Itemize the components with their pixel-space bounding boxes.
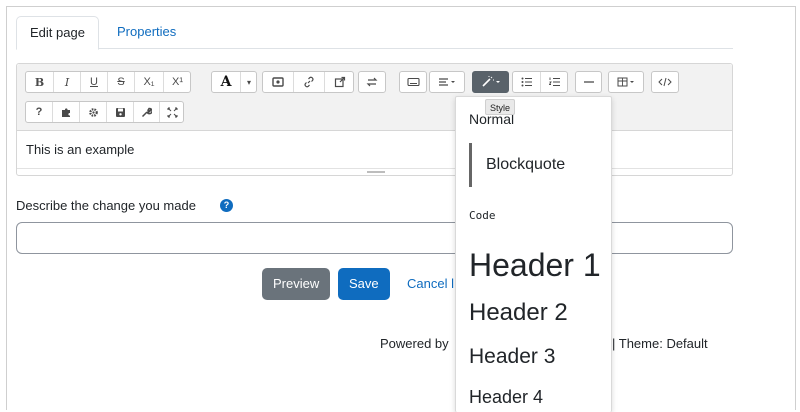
table-icon[interactable] [609, 72, 643, 92]
style-group [472, 71, 509, 93]
external-link-icon[interactable] [324, 72, 354, 92]
underline-button[interactable]: U [80, 72, 107, 92]
keyboard-group [399, 71, 427, 93]
number-list-icon[interactable] [540, 72, 568, 92]
style-option-header-3[interactable]: Header 3 [469, 345, 555, 369]
text-format-group: B I U S X₁ X¹ [25, 71, 191, 93]
list-group [512, 71, 568, 93]
insert-group [262, 71, 354, 93]
describe-change-input[interactable] [16, 222, 733, 254]
align-group [429, 71, 465, 93]
grip-lines [367, 171, 385, 173]
tab-bar: Edit page Properties [16, 16, 733, 50]
align-icon[interactable] [430, 72, 464, 92]
tab-properties[interactable]: Properties [104, 16, 189, 49]
font-color-button[interactable]: A [212, 72, 240, 92]
editor-toolbar: B I U S X₁ X¹ A ▾ ? [17, 64, 732, 131]
style-tooltip: Style [485, 99, 516, 115]
footer-theme: | Theme: Default [612, 336, 708, 351]
link-icon[interactable] [293, 72, 324, 92]
style-option-header-2[interactable]: Header 2 [469, 299, 568, 327]
wrench-icon[interactable] [133, 102, 159, 122]
puzzle-icon[interactable] [52, 102, 79, 122]
editor-content[interactable]: This is an example [17, 132, 732, 168]
table-group [608, 71, 644, 93]
style-option-code[interactable]: Code [469, 209, 496, 222]
bullet-list-icon[interactable] [513, 72, 540, 92]
preview-button[interactable]: Preview [262, 268, 331, 300]
style-dropdown-menu: Normal Blockquote Code Header 1 Header 2… [455, 96, 612, 412]
expand-icon[interactable] [159, 102, 184, 122]
question-circle-icon[interactable]: ? [220, 199, 233, 212]
font-color-dropdown[interactable]: ▾ [240, 72, 257, 92]
swap-icon[interactable] [359, 72, 385, 92]
subscript-button[interactable]: X₁ [134, 72, 163, 92]
style-option-blockquote[interactable]: Blockquote [469, 143, 565, 187]
footer-powered-by: Powered by [380, 336, 449, 351]
style-magic-icon[interactable] [473, 72, 508, 92]
superscript-button[interactable]: X¹ [163, 72, 191, 92]
save-icon[interactable] [106, 102, 133, 122]
tools-group: ? [25, 101, 184, 123]
image-icon[interactable] [263, 72, 293, 92]
cancel-button[interactable]: Cancel l [399, 268, 462, 300]
hr-group [575, 71, 602, 93]
resize-handle[interactable] [17, 168, 732, 175]
describe-change-label: Describe the change you made [16, 198, 196, 213]
swap-group [358, 71, 386, 93]
code-group [651, 71, 679, 93]
font-color-group: A ▾ [211, 71, 257, 93]
gear-icon[interactable] [79, 102, 106, 122]
rich-text-editor: B I U S X₁ X¹ A ▾ ? This is an example [16, 63, 733, 176]
help-button[interactable]: ? [26, 102, 52, 122]
hr-icon[interactable] [576, 72, 601, 92]
code-icon[interactable] [652, 72, 678, 92]
style-option-header-1[interactable]: Header 1 [469, 247, 601, 284]
strikethrough-button[interactable]: S [107, 72, 134, 92]
keyboard-icon[interactable] [400, 72, 426, 92]
italic-button[interactable]: I [53, 72, 80, 92]
style-option-header-4[interactable]: Header 4 [469, 387, 543, 408]
tab-edit-page[interactable]: Edit page [16, 16, 99, 50]
bold-button[interactable]: B [26, 72, 53, 92]
save-button[interactable]: Save [338, 268, 390, 300]
